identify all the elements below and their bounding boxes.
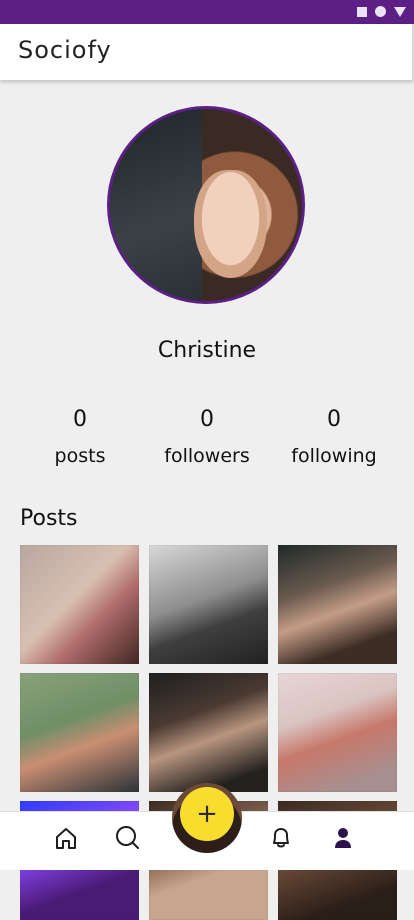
stat-following-value: 0 [327,407,341,432]
stat-followers-label: followers [164,445,250,467]
home-icon [52,824,80,856]
profile-avatar[interactable] [107,106,305,304]
stat-following[interactable]: 0 following [265,404,403,470]
nav-search[interactable] [110,822,146,858]
stat-posts: 0 posts [11,404,149,470]
nav-profile[interactable] [325,822,361,858]
stat-followers[interactable]: 0 followers [138,404,276,470]
stat-following-label: following [291,445,377,467]
post-thumbnail[interactable] [20,673,139,792]
avatar-shadow [110,109,203,301]
home-button-icon [375,6,386,17]
post-thumbnail[interactable] [149,545,268,664]
post-thumbnail[interactable] [278,545,397,664]
profile-icon [329,824,357,856]
post-thumbnail[interactable] [20,545,139,664]
recent-apps-icon [357,6,367,17]
post-thumbnail[interactable] [149,673,268,792]
add-icon: + [196,799,218,829]
post-thumbnail[interactable] [278,673,397,792]
stat-followers-value: 0 [200,407,214,432]
profile-name: Christine [157,338,257,363]
bell-icon [267,824,295,856]
nav-home[interactable] [48,822,84,858]
nav-notifications[interactable] [263,822,299,858]
search-icon [114,824,142,856]
app-bar: Sociofy [0,24,414,80]
back-triangle-icon [394,6,406,17]
posts-section-title: Posts [20,506,78,531]
app-brand: Sociofy [18,36,112,64]
stat-posts-label: posts [54,445,106,467]
avatar-face [194,170,268,278]
create-post-button[interactable]: + [180,787,234,841]
stat-posts-value: 0 [73,407,87,432]
status-bar [0,0,414,24]
